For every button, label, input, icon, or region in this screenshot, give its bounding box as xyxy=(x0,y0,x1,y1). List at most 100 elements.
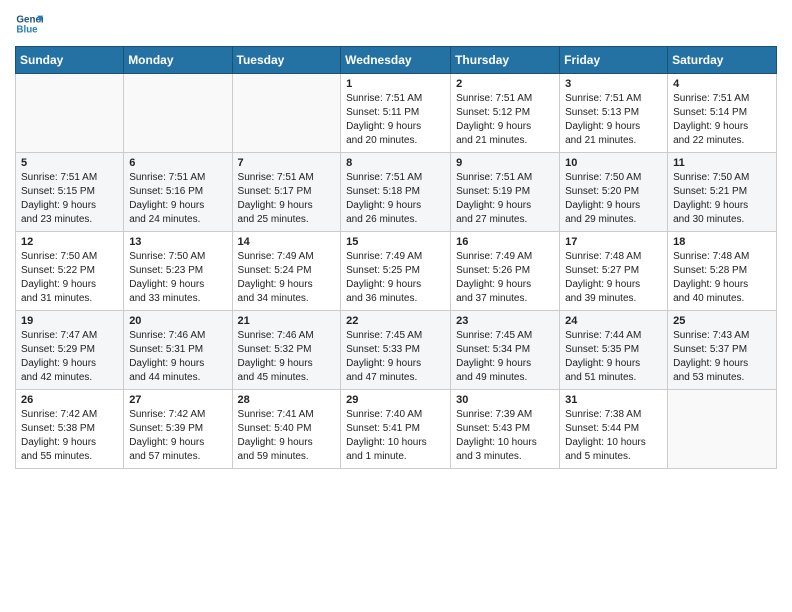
calendar-cell: 10 Sunrise: 7:50 AM Sunset: 5:20 PM Dayli… xyxy=(560,153,668,232)
calendar-week-row: 26Sunrise: 7:42 AM Sunset: 5:38 PM Dayli… xyxy=(16,390,777,469)
day-number: 15 xyxy=(346,236,445,248)
calendar-day-header: Friday xyxy=(560,47,668,74)
day-number: 4 xyxy=(673,78,771,90)
calendar-cell: 2 Sunrise: 7:51 AM Sunset: 5:12 PM Daylig… xyxy=(451,74,560,153)
day-info: Sunrise: 7:45 AM Sunset: 5:33 PM Dayligh… xyxy=(346,329,445,385)
day-info: Sunrise: 7:51 AM Sunset: 5:19 PM Dayligh… xyxy=(456,171,554,227)
day-number: 30 xyxy=(456,394,554,406)
calendar-day-header: Sunday xyxy=(16,47,124,74)
day-info: Sunrise: 7:39 AM Sunset: 5:43 PM Dayligh… xyxy=(456,408,554,464)
logo: General Blue xyxy=(15,10,43,38)
calendar-cell: 20Sunrise: 7:46 AM Sunset: 5:31 PM Dayli… xyxy=(124,311,232,390)
calendar-cell: 19Sunrise: 7:47 AM Sunset: 5:29 PM Dayli… xyxy=(16,311,124,390)
day-number: 10 xyxy=(565,157,662,169)
day-number: 18 xyxy=(673,236,771,248)
calendar-cell: 4Sunrise: 7:51 AM Sunset: 5:14 PM Daylig… xyxy=(668,74,777,153)
calendar-cell: 27Sunrise: 7:42 AM Sunset: 5:39 PM Dayli… xyxy=(124,390,232,469)
day-number: 7 xyxy=(238,157,336,169)
calendar-cell: 15 Sunrise: 7:49 AM Sunset: 5:25 PM Dayli… xyxy=(341,232,451,311)
header: General Blue xyxy=(15,10,777,38)
day-number: 11 xyxy=(673,157,771,169)
calendar-cell: 14 Sunrise: 7:49 AM Sunset: 5:24 PM Dayli… xyxy=(232,232,341,311)
day-info: Sunrise: 7:50 AM Sunset: 5:22 PM Dayligh… xyxy=(21,250,118,306)
calendar-cell: 7 Sunrise: 7:51 AM Sunset: 5:17 PM Daylig… xyxy=(232,153,341,232)
day-number: 13 xyxy=(129,236,226,248)
day-number: 31 xyxy=(565,394,662,406)
calendar-day-header: Wednesday xyxy=(341,47,451,74)
calendar-cell: 3Sunrise: 7:51 AM Sunset: 5:13 PM Daylig… xyxy=(560,74,668,153)
day-number: 25 xyxy=(673,315,771,327)
day-number: 23 xyxy=(456,315,554,327)
svg-text:Blue: Blue xyxy=(16,24,38,35)
day-number: 19 xyxy=(21,315,118,327)
calendar-cell: 24Sunrise: 7:44 AM Sunset: 5:35 PM Dayli… xyxy=(560,311,668,390)
day-number: 12 xyxy=(21,236,118,248)
day-number: 8 xyxy=(346,157,445,169)
calendar-cell: 29Sunrise: 7:40 AM Sunset: 5:41 PM Dayli… xyxy=(341,390,451,469)
day-number: 21 xyxy=(238,315,336,327)
day-number: 17 xyxy=(565,236,662,248)
day-number: 5 xyxy=(21,157,118,169)
day-number: 3 xyxy=(565,78,662,90)
calendar-cell: 9 Sunrise: 7:51 AM Sunset: 5:19 PM Daylig… xyxy=(451,153,560,232)
calendar-cell: 23 Sunrise: 7:45 AM Sunset: 5:34 PM Dayli… xyxy=(451,311,560,390)
calendar-cell: 5 Sunrise: 7:51 AM Sunset: 5:15 PM Daylig… xyxy=(16,153,124,232)
day-number: 1 xyxy=(346,78,445,90)
day-info: Sunrise: 7:51 AM Sunset: 5:12 PM Dayligh… xyxy=(456,92,554,148)
day-info: Sunrise: 7:48 AM Sunset: 5:27 PM Dayligh… xyxy=(565,250,662,306)
day-number: 22 xyxy=(346,315,445,327)
calendar-day-header: Tuesday xyxy=(232,47,341,74)
day-number: 16 xyxy=(456,236,554,248)
calendar-cell xyxy=(16,74,124,153)
day-number: 14 xyxy=(238,236,336,248)
calendar-cell: 1 Sunrise: 7:51 AM Sunset: 5:11 PM Daylig… xyxy=(341,74,451,153)
day-info: Sunrise: 7:45 AM Sunset: 5:34 PM Dayligh… xyxy=(456,329,554,385)
calendar-cell: 21 Sunrise: 7:46 AM Sunset: 5:32 PM Dayli… xyxy=(232,311,341,390)
day-number: 28 xyxy=(238,394,336,406)
day-info: Sunrise: 7:41 AM Sunset: 5:40 PM Dayligh… xyxy=(238,408,336,464)
day-number: 2 xyxy=(456,78,554,90)
calendar-cell: 6 Sunrise: 7:51 AM Sunset: 5:16 PM Daylig… xyxy=(124,153,232,232)
calendar-cell: 25 Sunrise: 7:43 AM Sunset: 5:37 PM Dayli… xyxy=(668,311,777,390)
calendar-cell: 12 Sunrise: 7:50 AM Sunset: 5:22 PM Dayli… xyxy=(16,232,124,311)
calendar-week-row: 19Sunrise: 7:47 AM Sunset: 5:29 PM Dayli… xyxy=(16,311,777,390)
calendar-table: SundayMondayTuesdayWednesdayThursdayFrid… xyxy=(15,46,777,469)
day-info: Sunrise: 7:49 AM Sunset: 5:25 PM Dayligh… xyxy=(346,250,445,306)
calendar-cell: 13 Sunrise: 7:50 AM Sunset: 5:23 PM Dayli… xyxy=(124,232,232,311)
calendar-cell: 11 Sunrise: 7:50 AM Sunset: 5:21 PM Dayli… xyxy=(668,153,777,232)
calendar-cell xyxy=(232,74,341,153)
day-info: Sunrise: 7:42 AM Sunset: 5:38 PM Dayligh… xyxy=(21,408,118,464)
calendar-week-row: 5 Sunrise: 7:51 AM Sunset: 5:15 PM Daylig… xyxy=(16,153,777,232)
calendar-cell: 31 Sunrise: 7:38 AM Sunset: 5:44 PM Dayli… xyxy=(560,390,668,469)
day-info: Sunrise: 7:51 AM Sunset: 5:11 PM Dayligh… xyxy=(346,92,445,148)
calendar-day-header: Monday xyxy=(124,47,232,74)
calendar-cell: 28 Sunrise: 7:41 AM Sunset: 5:40 PM Dayli… xyxy=(232,390,341,469)
page: General Blue SundayMondayTuesdayWednesda… xyxy=(0,0,792,484)
calendar-cell: 26Sunrise: 7:42 AM Sunset: 5:38 PM Dayli… xyxy=(16,390,124,469)
day-number: 20 xyxy=(129,315,226,327)
day-number: 24 xyxy=(565,315,662,327)
calendar-day-header: Saturday xyxy=(668,47,777,74)
day-number: 6 xyxy=(129,157,226,169)
calendar-cell xyxy=(124,74,232,153)
calendar-cell: 16Sunrise: 7:49 AM Sunset: 5:26 PM Dayli… xyxy=(451,232,560,311)
day-info: Sunrise: 7:49 AM Sunset: 5:24 PM Dayligh… xyxy=(238,250,336,306)
day-number: 9 xyxy=(456,157,554,169)
day-info: Sunrise: 7:43 AM Sunset: 5:37 PM Dayligh… xyxy=(673,329,771,385)
day-info: Sunrise: 7:48 AM Sunset: 5:28 PM Dayligh… xyxy=(673,250,771,306)
day-info: Sunrise: 7:50 AM Sunset: 5:23 PM Dayligh… xyxy=(129,250,226,306)
logo-icon: General Blue xyxy=(15,10,43,38)
day-info: Sunrise: 7:46 AM Sunset: 5:32 PM Dayligh… xyxy=(238,329,336,385)
calendar-header-row: SundayMondayTuesdayWednesdayThursdayFrid… xyxy=(16,47,777,74)
day-info: Sunrise: 7:51 AM Sunset: 5:15 PM Dayligh… xyxy=(21,171,118,227)
day-info: Sunrise: 7:51 AM Sunset: 5:16 PM Dayligh… xyxy=(129,171,226,227)
calendar-day-header: Thursday xyxy=(451,47,560,74)
day-number: 29 xyxy=(346,394,445,406)
calendar-cell: 17 Sunrise: 7:48 AM Sunset: 5:27 PM Dayli… xyxy=(560,232,668,311)
day-info: Sunrise: 7:50 AM Sunset: 5:20 PM Dayligh… xyxy=(565,171,662,227)
calendar-cell: 22 Sunrise: 7:45 AM Sunset: 5:33 PM Dayli… xyxy=(341,311,451,390)
day-info: Sunrise: 7:38 AM Sunset: 5:44 PM Dayligh… xyxy=(565,408,662,464)
day-info: Sunrise: 7:42 AM Sunset: 5:39 PM Dayligh… xyxy=(129,408,226,464)
day-info: Sunrise: 7:51 AM Sunset: 5:17 PM Dayligh… xyxy=(238,171,336,227)
day-info: Sunrise: 7:50 AM Sunset: 5:21 PM Dayligh… xyxy=(673,171,771,227)
